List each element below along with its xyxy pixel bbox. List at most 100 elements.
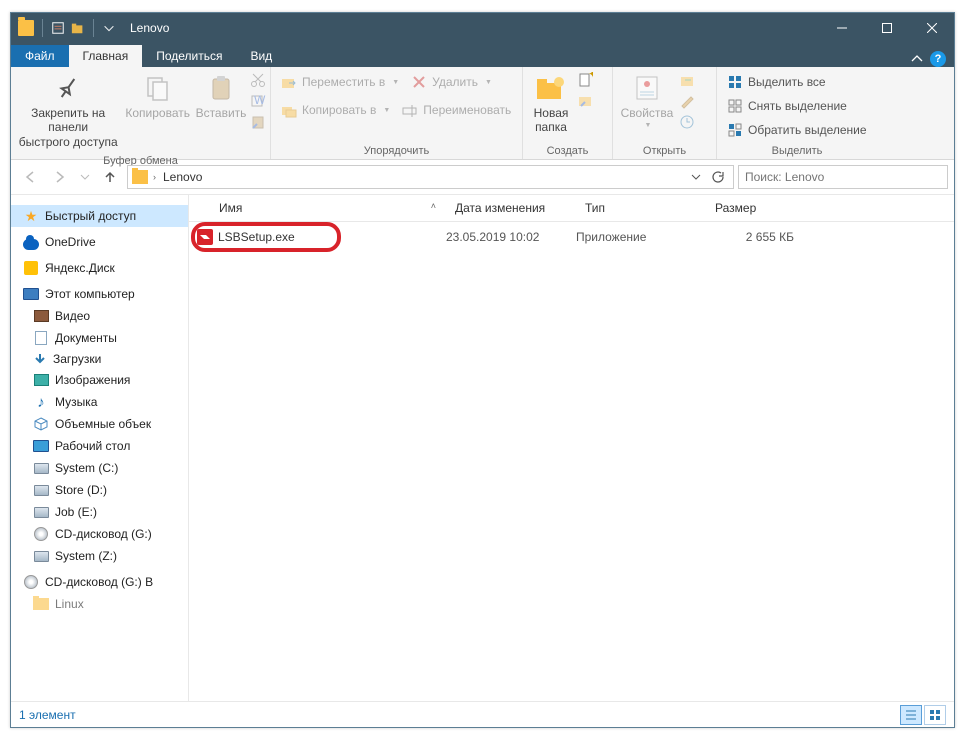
copypath-icon[interactable]: W <box>250 93 266 109</box>
selectall-button[interactable]: Выделить все <box>721 71 832 93</box>
file-type: Приложение <box>576 230 706 244</box>
column-size[interactable]: Размер <box>707 195 807 221</box>
search-input[interactable] <box>738 165 948 189</box>
selectnone-label: Снять выделение <box>748 99 847 113</box>
maximize-button[interactable] <box>864 13 909 43</box>
nav-back-button[interactable] <box>17 164 43 190</box>
sidebar-cd-g[interactable]: CD-дисковод (G:) <box>11 523 188 545</box>
sidebar-downloads[interactable]: Загрузки <box>11 349 188 369</box>
refresh-icon[interactable] <box>711 170 725 184</box>
sidebar-music[interactable]: ♪Музыка <box>11 391 188 413</box>
collapse-ribbon-icon[interactable] <box>910 52 924 66</box>
sidebar-documents[interactable]: Документы <box>11 327 188 349</box>
address-bar: › Lenovo <box>11 160 954 195</box>
svg-text:✦: ✦ <box>588 72 593 81</box>
properties-button[interactable]: Свойства▼ <box>617 69 677 134</box>
delete-icon <box>411 74 427 90</box>
edit-icon[interactable] <box>679 93 695 109</box>
sidebar-system-z[interactable]: System (Z:) <box>11 545 188 567</box>
sidebar-label: Музыка <box>55 395 97 409</box>
sidebar-quickaccess[interactable]: ★Быстрый доступ <box>11 205 188 227</box>
pin-quickaccess-button[interactable]: Закрепить на панели быстрого доступа <box>15 69 121 152</box>
breadcrumb-folder-icon <box>132 170 148 184</box>
qat-properties-icon[interactable] <box>51 21 65 35</box>
sidebar-store-d[interactable]: Store (D:) <box>11 479 188 501</box>
delete-label: Удалить <box>432 75 478 89</box>
desktop-icon <box>33 438 49 454</box>
open-icon[interactable] <box>679 72 695 88</box>
view-thumbnails-button[interactable] <box>924 705 946 725</box>
breadcrumb-item[interactable]: Lenovo <box>159 170 206 184</box>
moveto-button[interactable]: Переместить в▼ <box>275 71 405 93</box>
selectnone-button[interactable]: Снять выделение <box>721 95 853 117</box>
qat-newfolder-icon[interactable] <box>71 21 85 35</box>
history-icon[interactable] <box>679 114 695 130</box>
sidebar-desktop[interactable]: Рабочий стол <box>11 435 188 457</box>
newfolder-label: Новая папка <box>534 106 569 135</box>
sidebar-3dobjects[interactable]: Объемные объек <box>11 413 188 435</box>
copyto-icon <box>281 102 297 118</box>
sidebar-label: Изображения <box>55 373 130 387</box>
sidebar-label: Объемные объек <box>55 417 151 431</box>
breadcrumb[interactable]: › Lenovo <box>127 165 734 189</box>
sidebar-onedrive[interactable]: OneDrive <box>11 231 188 253</box>
sidebar-label: Store (D:) <box>55 483 107 497</box>
disk-icon <box>33 548 49 564</box>
chevron-down-icon[interactable] <box>691 172 701 182</box>
tab-home[interactable]: Главная <box>69 45 143 67</box>
copy-label: Копировать <box>125 106 190 120</box>
sidebar-label: Job (E:) <box>55 505 97 519</box>
nav-forward-button[interactable] <box>47 164 73 190</box>
copyto-button[interactable]: Копировать в▼ <box>275 99 396 121</box>
sidebar-thispc[interactable]: Этот компьютер <box>11 283 188 305</box>
sidebar-system-c[interactable]: System (C:) <box>11 457 188 479</box>
navigation-pane[interactable]: ★Быстрый доступ OneDrive Яндекс.Диск Это… <box>11 195 189 701</box>
minimize-button[interactable] <box>819 13 864 43</box>
moveto-label: Переместить в <box>302 75 385 89</box>
newfolder-button[interactable]: Новая папка <box>527 69 575 138</box>
copy-button[interactable]: Копировать <box>123 69 192 123</box>
cube-icon <box>33 416 49 432</box>
disk-icon <box>33 482 49 498</box>
paste-label: Вставить <box>196 106 247 120</box>
pictures-icon <box>33 372 49 388</box>
file-row[interactable]: LSBSetup.exe 23.05.2019 10:02 Приложение… <box>189 226 954 248</box>
svg-text:W: W <box>254 93 266 107</box>
invert-icon <box>727 122 743 138</box>
column-date[interactable]: Дата изменения <box>447 195 577 221</box>
qat-dropdown-icon[interactable] <box>102 21 116 35</box>
tab-share[interactable]: Поделиться <box>142 45 236 67</box>
delete-button[interactable]: Удалить▼ <box>405 71 498 93</box>
easyaccess-icon[interactable] <box>577 93 593 109</box>
disk-icon <box>33 460 49 476</box>
properties-label: Свойства <box>621 106 674 120</box>
nav-up-button[interactable] <box>97 164 123 190</box>
close-button[interactable] <box>909 13 954 43</box>
column-name[interactable]: Имя˄ <box>189 195 447 221</box>
help-icon[interactable]: ? <box>930 51 946 67</box>
sidebar-yandexdisk[interactable]: Яндекс.Диск <box>11 257 188 279</box>
tab-file[interactable]: Файл <box>11 45 69 67</box>
sidebar-pictures[interactable]: Изображения <box>11 369 188 391</box>
sidebar-video[interactable]: Видео <box>11 305 188 327</box>
select-group-label: Выделить <box>717 144 877 159</box>
rename-button[interactable]: Переименовать <box>396 99 517 121</box>
selectnone-icon <box>727 98 743 114</box>
cut-icon[interactable] <box>250 72 266 88</box>
pasteshortcut-icon[interactable] <box>250 114 266 130</box>
paste-button[interactable]: Вставить <box>194 69 248 123</box>
nav-recent-button[interactable] <box>77 164 93 190</box>
invertselection-button[interactable]: Обратить выделение <box>721 119 873 141</box>
sidebar-label: Видео <box>55 309 90 323</box>
chevron-right-icon[interactable]: › <box>150 172 159 182</box>
sidebar-job-e[interactable]: Job (E:) <box>11 501 188 523</box>
view-details-button[interactable] <box>900 705 922 725</box>
column-type[interactable]: Тип <box>577 195 707 221</box>
sidebar-linux[interactable]: Linux <box>11 593 188 615</box>
tab-view[interactable]: Вид <box>236 45 286 67</box>
sidebar-cd-g-b[interactable]: CD-дисковод (G:) B <box>11 571 188 593</box>
file-size: 2 655 КБ <box>706 230 806 244</box>
file-list[interactable]: LSBSetup.exe 23.05.2019 10:02 Приложение… <box>189 222 954 701</box>
disk-icon <box>33 504 49 520</box>
newitem-icon[interactable]: ✦ <box>577 72 593 88</box>
